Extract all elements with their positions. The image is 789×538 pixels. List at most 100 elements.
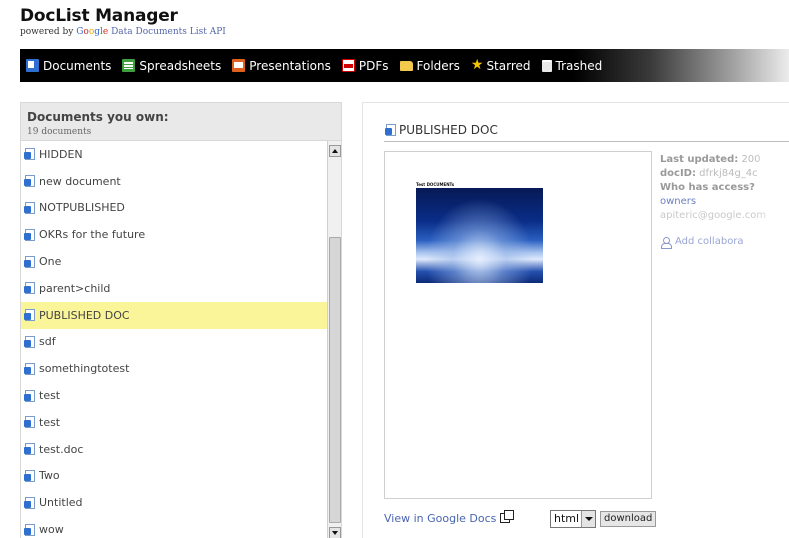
list-item[interactable]: Two xyxy=(21,463,328,490)
scroll-down-arrow-icon[interactable] xyxy=(329,527,341,538)
export-format-select[interactable]: html xyxy=(550,510,596,528)
nav-pdfs[interactable]: PDFs xyxy=(341,58,389,73)
nav-documents-label: Documents xyxy=(43,58,112,73)
export-format-value: html xyxy=(554,512,580,525)
document-icon xyxy=(24,201,35,214)
app-title: DocList Manager xyxy=(20,6,178,26)
document-icon xyxy=(24,175,35,188)
title-divider xyxy=(384,141,789,142)
nav-spreadsheets-label: Spreadsheets xyxy=(139,58,222,73)
list-item[interactable]: test xyxy=(21,409,328,436)
list-item-label: somethingtotest xyxy=(39,362,130,376)
doc-id-label: docID: xyxy=(660,168,696,179)
document-icon xyxy=(24,416,35,429)
list-item-label: HIDDEN xyxy=(39,147,83,161)
nav-starred-label: Starred xyxy=(486,58,531,73)
list-item[interactable]: somethingtotest xyxy=(21,355,328,382)
document-icon xyxy=(24,309,35,322)
google-logo-text: Google xyxy=(76,27,109,37)
documents-count: 19 documents xyxy=(27,127,92,137)
list-item-selected[interactable]: PUBLISHED DOC xyxy=(21,301,328,329)
scroll-up-arrow-icon[interactable] xyxy=(329,145,341,157)
list-item-label: One xyxy=(39,255,62,269)
doc-id: docID: dfrkj84g_4c xyxy=(660,167,766,181)
owners-label: owners xyxy=(660,196,697,207)
download-button[interactable]: download xyxy=(600,511,657,527)
document-icon xyxy=(24,148,35,161)
add-collaborator-label: Add collabora xyxy=(675,236,744,247)
presentations-icon xyxy=(232,59,246,72)
document-preview: Test DOCUMENTs xyxy=(384,151,652,499)
chevron-down-icon[interactable] xyxy=(581,511,595,527)
documents-panel-header: Documents you own: 19 documents xyxy=(21,103,341,141)
document-metadata: Last updated: 200 docID: dfrkj84g_4c Who… xyxy=(660,153,766,249)
document-icon xyxy=(24,335,35,348)
list-item-label: new document xyxy=(39,174,121,188)
list-item[interactable]: new document xyxy=(21,168,328,195)
preview-heading: Test DOCUMENTs xyxy=(416,182,455,187)
list-item-label: Two xyxy=(39,469,60,483)
powered-prefix: powered by xyxy=(20,27,74,37)
nav-presentations-label: Presentations xyxy=(249,58,331,73)
document-icon xyxy=(24,496,35,509)
scrollbar-thumb[interactable] xyxy=(329,237,341,523)
last-updated-label: Last updated: xyxy=(660,154,739,165)
trash-icon xyxy=(541,59,552,72)
list-item-label: test.doc xyxy=(39,442,84,456)
documents-panel-title: Documents you own: xyxy=(27,110,169,124)
document-icon xyxy=(24,469,35,482)
nav-spreadsheets[interactable]: Spreadsheets xyxy=(122,59,221,73)
open-in-new-window-icon[interactable] xyxy=(500,510,514,523)
nav-documents[interactable]: Documents xyxy=(26,59,111,73)
list-item[interactable]: parent>child xyxy=(21,275,328,302)
list-item[interactable]: HIDDEN xyxy=(21,141,328,168)
document-detail-panel: PUBLISHED DOC Test DOCUMENTs Last update… xyxy=(362,102,789,538)
api-name: Data Documents List API xyxy=(111,27,226,37)
nav-trashed[interactable]: Trashed xyxy=(541,59,602,73)
list-item-label: test xyxy=(39,415,61,429)
spreadsheets-icon xyxy=(122,59,136,72)
owner-email: apiteric@google.com xyxy=(660,210,767,221)
document-list: HIDDEN new document NOTPUBLISHED OKRs fo… xyxy=(21,141,328,538)
list-item[interactable]: sdf xyxy=(21,329,328,356)
access-label: Who has access? xyxy=(660,182,755,193)
document-actions: View in Google Docs html download xyxy=(384,508,684,530)
view-in-google-docs-link[interactable]: View in Google Docs xyxy=(384,512,496,525)
metadata-fade-overlay xyxy=(753,143,789,343)
last-updated: Last updated: 200 xyxy=(660,153,766,167)
list-item[interactable]: OKRs for the future xyxy=(21,221,328,248)
list-item[interactable]: Untitled xyxy=(21,489,328,516)
nav-starred[interactable]: ★ Starred xyxy=(470,57,531,73)
list-item-label: PUBLISHED DOC xyxy=(39,308,130,322)
app-header: DocList Manager powered by Google Data D… xyxy=(20,6,226,37)
document-icon xyxy=(24,282,35,295)
list-item[interactable]: test.doc xyxy=(21,436,328,463)
list-item[interactable]: One xyxy=(21,248,328,275)
document-icon xyxy=(385,124,396,136)
document-list-scrollbar[interactable] xyxy=(327,141,341,538)
person-icon xyxy=(660,236,672,249)
add-collaborator-link[interactable]: Add collabora xyxy=(660,235,766,249)
folder-icon xyxy=(399,60,413,71)
list-item-label: sdf xyxy=(39,335,56,349)
nav-folders[interactable]: Folders xyxy=(399,59,460,73)
document-icon xyxy=(24,389,35,402)
list-item-label: OKRs for the future xyxy=(39,228,146,242)
list-item[interactable]: wow xyxy=(21,516,328,538)
documents-panel: Documents you own: 19 documents HIDDEN n… xyxy=(20,102,342,538)
list-item[interactable]: test xyxy=(21,382,328,409)
nav-pdfs-label: PDFs xyxy=(358,58,389,73)
list-item[interactable]: NOTPUBLISHED xyxy=(21,195,328,222)
pdf-icon xyxy=(341,59,355,72)
document-title: PUBLISHED DOC xyxy=(385,123,498,137)
list-item-label: wow xyxy=(39,523,64,537)
nav-presentations[interactable]: Presentations xyxy=(232,59,331,73)
list-item-label: test xyxy=(39,389,61,403)
star-icon: ★ xyxy=(470,57,484,73)
list-item-label: parent>child xyxy=(39,281,111,295)
document-title-text: PUBLISHED DOC xyxy=(399,123,498,137)
document-icon xyxy=(24,523,35,536)
list-item-label: NOTPUBLISHED xyxy=(39,201,125,215)
document-icon xyxy=(24,362,35,375)
document-icon xyxy=(24,228,35,241)
